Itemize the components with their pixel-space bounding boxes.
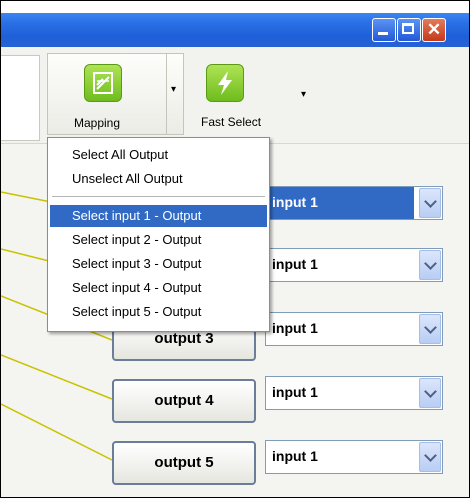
fast-select-button-label[interactable]: Fast Select [201,115,261,129]
menu-item-select-all-output[interactable]: Select All Output [50,144,267,166]
input-select-value: input 1 [272,384,318,400]
input-select-value: input 1 [272,448,318,464]
chevron-down-icon[interactable] [419,314,441,344]
input-select-value: input 1 [272,320,318,336]
fast-select-icon[interactable] [206,64,244,102]
mapping-dropdown-menu: Select All Output Unselect All Output Se… [47,137,270,332]
menu-separator [52,196,265,197]
input-select-value: input 1 [272,256,318,272]
chevron-down-icon[interactable] [419,378,441,408]
input-select-1[interactable]: input 1 [265,186,443,220]
menu-item-select-input-1[interactable]: Select input 1 - Output [50,205,267,227]
chevron-down-icon[interactable] [419,442,441,472]
mapping-dropdown-button[interactable]: ▾ [166,53,184,135]
chevron-down-icon: ▾ [171,84,177,95]
mapping-label: Mapping [74,116,121,130]
menu-item-select-input-3[interactable]: Select input 3 - Output [50,253,267,275]
toolbar-left-field[interactable] [1,55,40,141]
app-window: ✕ Mapping ▾ Fast Select ▾ output 3 outpu… [0,0,470,498]
output-4-button[interactable]: output 4 [112,379,256,423]
menu-item-select-input-5[interactable]: Select input 5 - Output [50,301,267,323]
connection-line [1,403,113,461]
menu-item-select-input-4[interactable]: Select input 4 - Output [50,277,267,299]
close-icon: ✕ [426,20,442,39]
input-select-value: input 1 [266,187,414,219]
close-button[interactable]: ✕ [422,18,446,42]
input-select-4[interactable]: input 1 [265,376,443,410]
chevron-down-icon[interactable] [419,250,441,280]
minimize-button[interactable] [372,18,396,42]
output-5-button[interactable]: output 5 [112,441,256,485]
input-select-2[interactable]: input 1 [265,248,443,282]
title-bar[interactable]: ✕ [1,13,469,47]
connection-line [1,354,113,400]
toolbar: Mapping ▾ Fast Select ▾ [1,47,469,144]
minimize-icon [378,32,388,35]
mapping-button[interactable]: Mapping [47,53,167,135]
maximize-button[interactable] [397,18,421,42]
menu-item-unselect-all-output[interactable]: Unselect All Output [50,168,267,190]
fast-select-dropdown-icon[interactable]: ▾ [301,89,306,100]
input-select-5[interactable]: input 1 [265,440,443,474]
chevron-down-icon[interactable] [419,188,441,218]
menu-item-select-input-2[interactable]: Select input 2 - Output [50,229,267,251]
maximize-icon [402,23,414,34]
input-select-3[interactable]: input 1 [265,312,443,346]
mapping-icon [84,64,122,102]
